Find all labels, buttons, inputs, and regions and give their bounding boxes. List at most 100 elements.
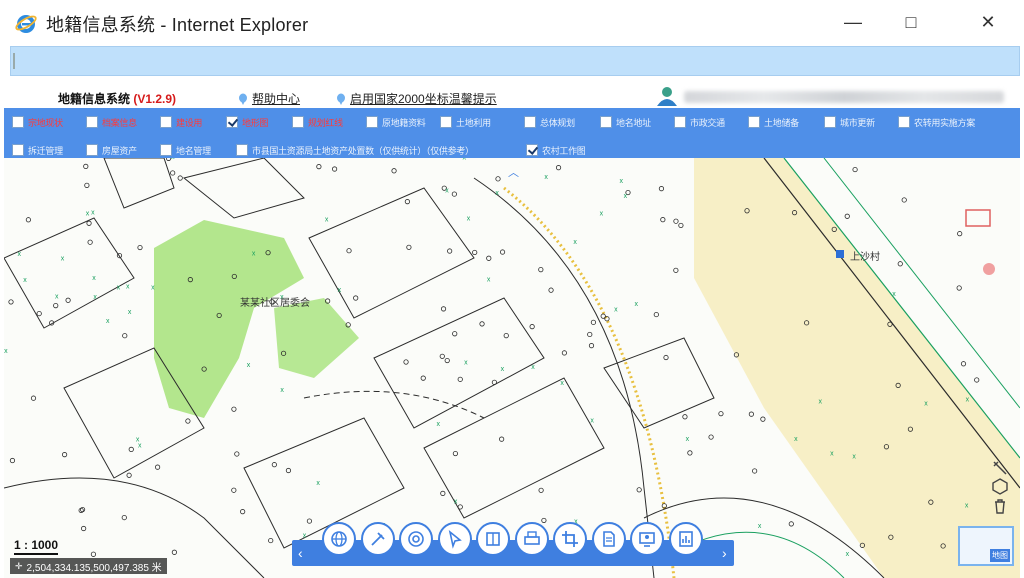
tree-symbol bbox=[78, 507, 84, 514]
layer-checkbox[interactable] bbox=[12, 144, 24, 156]
map-tool-book-button[interactable] bbox=[476, 522, 510, 556]
search-circle-icon bbox=[408, 531, 424, 547]
layer-checkbox[interactable] bbox=[226, 116, 238, 128]
map-tool-document-button[interactable] bbox=[591, 522, 626, 556]
tree-symbol bbox=[457, 376, 463, 382]
tree-symbol bbox=[316, 164, 322, 170]
topographic-map-canvas[interactable]: x x x x x x x x x x x x x x x x x x x x x x x x x x x x x x x x x x x x x x x x… bbox=[4, 158, 1020, 578]
tree-symbol bbox=[121, 514, 127, 521]
layer-checkbox[interactable] bbox=[366, 116, 378, 128]
layer-toggle-12[interactable]: 城市更新 bbox=[824, 114, 875, 130]
layer-toggle-9[interactable]: 地名地址 bbox=[600, 114, 651, 130]
user-avatar-icon[interactable] bbox=[656, 86, 678, 106]
tree-symbol bbox=[499, 436, 505, 442]
layer-checkbox[interactable] bbox=[824, 116, 836, 128]
layer-checkbox[interactable] bbox=[526, 144, 538, 156]
layer-toggle-8[interactable]: 总体规划 bbox=[524, 114, 575, 130]
print-icon bbox=[523, 531, 540, 545]
layer-toggle-13[interactable]: 农转用实施方案 bbox=[898, 114, 975, 130]
tree-symbol bbox=[653, 311, 659, 318]
scale-indicator: 1 : 1000 bbox=[14, 538, 59, 555]
grass-symbol: x bbox=[55, 294, 59, 301]
map-tool-pointer-button[interactable] bbox=[437, 522, 472, 556]
address-caret bbox=[13, 53, 15, 69]
address-bar[interactable] bbox=[10, 46, 1020, 76]
draw-rectangle-icon[interactable] bbox=[962, 206, 994, 232]
collapse-toolbar-icon[interactable]: ︿ bbox=[508, 164, 519, 180]
map-tool-globe-button[interactable] bbox=[322, 522, 356, 556]
layer-toggle-5[interactable]: 规划红线 bbox=[292, 114, 343, 130]
layer-checkbox[interactable] bbox=[440, 116, 452, 128]
layer-toggle-15[interactable]: 房屋资产 bbox=[86, 142, 137, 158]
layer-toggle-18[interactable]: 农村工作图 bbox=[526, 142, 586, 158]
layer-checkbox[interactable] bbox=[524, 116, 536, 128]
cgcs2000-notice-label: 启用国家2000坐标温馨提示 bbox=[350, 92, 497, 106]
tree-symbol bbox=[541, 517, 547, 524]
layer-checkbox[interactable] bbox=[600, 116, 612, 128]
layer-toggle-10[interactable]: 市政交通 bbox=[674, 114, 725, 130]
grass-symbol: x bbox=[467, 216, 471, 223]
layer-toggle-6[interactable]: 原地籍资料 bbox=[366, 114, 426, 130]
polygon-tool-icon[interactable] bbox=[990, 476, 1010, 496]
toolbar-scroll-left-icon[interactable]: ‹ bbox=[298, 545, 303, 561]
overview-minimap[interactable]: 地图 bbox=[958, 526, 1014, 566]
layer-checkbox[interactable] bbox=[12, 116, 24, 128]
tree-symbol bbox=[587, 331, 593, 338]
layer-toggle-11[interactable]: 土地储备 bbox=[748, 114, 799, 130]
map-tool-monitor-person-button[interactable] bbox=[630, 522, 664, 556]
system-name: 地籍信息系统 (V1.2.9) bbox=[58, 90, 176, 107]
map-tool-search-circle-button[interactable] bbox=[399, 522, 433, 556]
tree-symbol bbox=[658, 186, 665, 192]
tree-symbol bbox=[122, 333, 128, 339]
layer-checkbox[interactable] bbox=[292, 116, 304, 128]
help-center-link[interactable]: 帮助中心 bbox=[238, 90, 300, 107]
map-view[interactable]: x x x x x x x x x x x x x x x x x x x x x x x x x x x x x x x x x x x x x x x x… bbox=[4, 158, 1020, 578]
layer-toggle-3[interactable]: 建设用 bbox=[160, 114, 202, 130]
layer-label: 档案信息 bbox=[102, 117, 137, 128]
layer-label: 规划红线 bbox=[308, 117, 343, 128]
layer-toggle-17[interactable]: 市县国土资源局土地资产处置数（仅供统计）（仅供参考） bbox=[236, 142, 474, 158]
layer-checkbox[interactable] bbox=[86, 144, 98, 156]
layer-toggle-4[interactable]: 地形图 bbox=[226, 114, 268, 130]
grass-symbol: x bbox=[316, 480, 320, 487]
layer-toggle-16[interactable]: 地名管理 bbox=[160, 142, 211, 158]
layer-checkbox[interactable] bbox=[86, 116, 98, 128]
layer-toggle-14[interactable]: 拆迁管理 bbox=[12, 142, 63, 158]
tree-symbol bbox=[36, 310, 42, 317]
layer-checkbox[interactable] bbox=[674, 116, 686, 128]
layer-toggle-1[interactable]: 宗地现状 bbox=[12, 114, 63, 130]
maximize-button[interactable]: □ bbox=[896, 10, 926, 34]
map-tool-crop-button[interactable] bbox=[553, 522, 587, 556]
tree-symbol bbox=[852, 166, 858, 173]
grass-symbol: x bbox=[852, 453, 856, 460]
measure-tool-icon[interactable] bbox=[990, 458, 1010, 478]
grass-symbol: x bbox=[600, 210, 604, 217]
layer-toolbar: 宗地现状 档案信息 建设用 地形图 规划红线 原地籍资料 土地利用 总体规划 地名地址 市政交通 土… bbox=[4, 108, 1020, 158]
tree-symbol bbox=[486, 255, 492, 261]
tree-symbol bbox=[673, 218, 679, 224]
building-outline bbox=[373, 297, 545, 429]
delete-icon[interactable] bbox=[990, 496, 1010, 516]
locate-point-icon[interactable] bbox=[980, 260, 998, 278]
layer-toggle-7[interactable]: 土地利用 bbox=[440, 114, 491, 130]
tree-symbol bbox=[86, 220, 92, 226]
cgcs2000-notice-link[interactable]: 启用国家2000坐标温馨提示 bbox=[336, 90, 497, 107]
grass-symbol: x bbox=[436, 421, 440, 428]
minimize-button[interactable]: — bbox=[838, 10, 868, 34]
layer-toggle-2[interactable]: 档案信息 bbox=[86, 114, 137, 130]
tree-symbol bbox=[234, 451, 240, 457]
map-tool-pin-button[interactable] bbox=[360, 522, 395, 556]
tree-symbol bbox=[61, 452, 68, 458]
layer-checkbox[interactable] bbox=[236, 144, 248, 156]
layer-checkbox[interactable] bbox=[160, 116, 172, 128]
road-marking bbox=[503, 186, 676, 578]
toolbar-scroll-right-icon[interactable]: › bbox=[722, 545, 727, 561]
tree-symbol bbox=[440, 306, 447, 312]
layer-checkbox[interactable] bbox=[160, 144, 172, 156]
map-tool-print-button[interactable] bbox=[514, 522, 549, 556]
grass-symbol: x bbox=[151, 285, 155, 292]
close-button[interactable]: ✕ bbox=[973, 10, 1003, 34]
layer-checkbox[interactable] bbox=[898, 116, 910, 128]
layer-checkbox[interactable] bbox=[748, 116, 760, 128]
map-tool-chart-doc-button[interactable] bbox=[668, 522, 703, 556]
